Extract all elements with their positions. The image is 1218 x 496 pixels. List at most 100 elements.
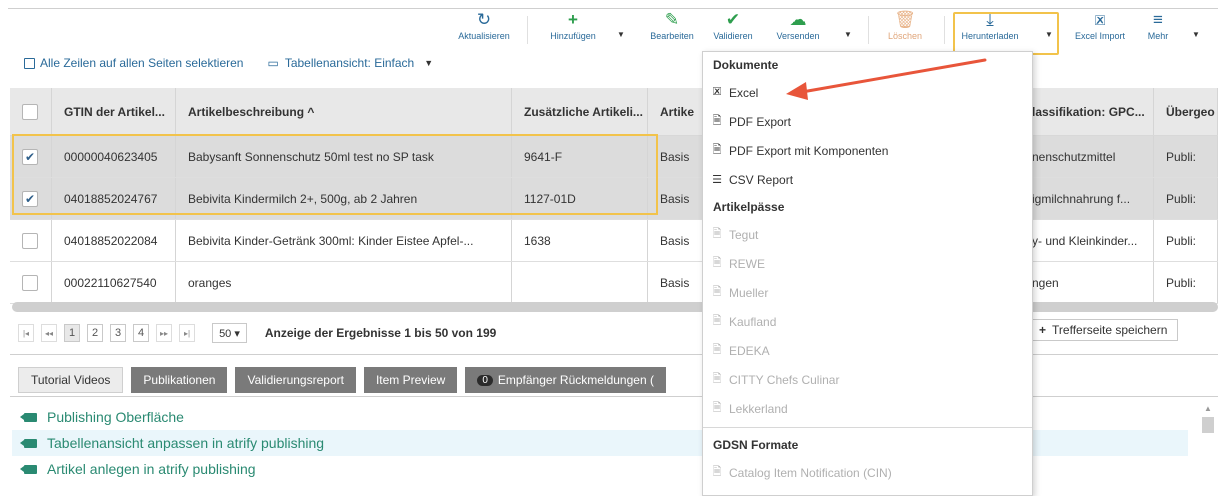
validate-label: Validieren [713,31,753,41]
excel-icon: 🗷 [1094,12,1106,28]
selected-rows-highlight-box [12,134,658,215]
add-button[interactable]: + Hinzufügen [540,10,606,50]
scroll-up-icon[interactable]: ▲ [1202,404,1214,413]
save-results-button[interactable]: + Trefferseite speichern [1028,319,1179,341]
menu-item-label: Kaufland [729,314,777,329]
gtin-cell: 04018852022084 [52,220,176,261]
video-link[interactable]: Publishing Oberfläche [47,409,184,425]
status-cell: Publi: [1154,220,1218,261]
menu-item-pdf-components[interactable]: 🗎 PDF Export mit Komponenten [703,136,1032,165]
menu-section-item-passes: Artikelpässe [713,200,785,214]
excel-import-label: Excel Import [1074,31,1125,41]
scrollbar-thumb[interactable] [1202,417,1214,433]
select-all-link[interactable]: Alle Zeilen auf allen Seiten selektieren [40,56,243,70]
menu-item-label: Lekkerland [729,401,788,416]
page-button[interactable]: 3 [110,324,127,342]
delete-button[interactable]: 🗑 Löschen [880,10,930,50]
menu-item-mueller[interactable]: 🗎 Mueller [703,278,1032,307]
pdf-file-icon: 🗎 [712,257,722,269]
refresh-icon: ↻ [476,10,492,29]
more-dropdown-icon[interactable]: ▼ [1192,30,1200,39]
video-camera-icon [20,464,37,474]
vertical-scrollbar[interactable]: ▲ [1202,404,1214,496]
table-view-select[interactable]: Tabellenansicht: Einfach [285,56,414,70]
excel-file-icon: 🗷 [712,86,722,98]
menu-divider [703,427,1032,428]
menu-item-label: Mueller [729,285,769,300]
select-all-checkbox[interactable] [24,57,35,69]
refresh-button[interactable]: ↻ Aktualisieren [450,10,518,50]
validate-button[interactable]: ✔ Validieren [704,10,762,50]
menu-item-csv-report[interactable]: ☰ CSV Report [703,165,1032,194]
add-label: Hinzufügen [550,31,596,41]
menu-item-label: EDEKA [729,343,770,358]
video-link[interactable]: Artikel anlegen in atrify publishing [47,461,256,477]
tab-validation-report[interactable]: Validierungsreport [235,367,356,393]
menu-item-edeka[interactable]: 🗎 EDEKA [703,336,1032,365]
toolbar-separator [868,16,869,44]
horizontal-scrollbar[interactable] [12,302,1218,312]
add-dropdown-icon[interactable]: ▼ [617,30,625,39]
column-header-parent[interactable]: Übergeo [1154,88,1218,135]
send-button[interactable]: ☁ Versenden [768,10,828,50]
next-page-button[interactable]: ▸▸ [156,324,173,342]
send-dropdown-icon[interactable]: ▼ [844,30,852,39]
menu-item-cin[interactable]: 🗎 Catalog Item Notification (CIN) [703,458,1032,487]
prev-page-button[interactable]: ◂◂ [41,324,58,342]
row-checkbox[interactable] [22,232,38,249]
video-camera-icon [20,412,37,422]
row-checkbox-cell[interactable] [10,262,52,303]
menu-item-label: CITTY Chefs Culinar [729,372,840,387]
table-icon: ▭ [267,56,279,70]
status-cell: Publi: [1154,262,1218,303]
menu-item-pdf-export[interactable]: 🗎 PDF Export [703,107,1032,136]
menu-item-label: Catalog Item Notification (CIN) [729,465,892,480]
menu-item-rewe[interactable]: 🗎 REWE [703,249,1032,278]
page-button[interactable]: 4 [133,324,150,342]
excel-import-button[interactable]: 🗷 Excel Import [1070,10,1130,50]
table-row[interactable]: 00022110627540 oranges Basis ngen Publi: [10,262,1218,304]
video-camera-icon [20,438,37,448]
pdf-file-icon: 🗎 [712,402,722,414]
cloud-icon: ☁ [789,10,807,29]
chevron-down-icon[interactable]: ▼ [424,58,433,68]
download-menu: Dokumente 🗷 Excel 🗎 PDF Export 🗎 PDF Exp… [702,51,1033,496]
description-cell: Bebivita Kinder-Getränk 300ml: Kinder Ei… [176,220,512,261]
column-header-gpc[interactable]: lassifikation: GPC... [1020,88,1154,135]
edit-button[interactable]: ✎ Bearbeiten [646,10,698,50]
status-cell: Publi: [1154,178,1218,219]
tab-item-preview[interactable]: Item Preview [363,367,458,393]
tab-recipient-feedback[interactable]: 0 Empfänger Rückmeldungen ( [465,367,666,393]
page-button[interactable]: 2 [87,324,104,342]
header-checkbox[interactable] [22,103,38,120]
menu-item-label: REWE [729,256,765,271]
gtin-cell: 00022110627540 [52,262,176,303]
column-header-extra-id[interactable]: Zusätzliche Artikeli... [512,88,648,135]
first-page-button[interactable]: |◂ [18,324,34,342]
results-summary: Anzeige der Ergebnisse 1 bis 50 von 199 [264,326,497,340]
menu-item-citty[interactable]: 🗎 CITTY Chefs Culinar [703,365,1032,394]
menu-item-kaufland[interactable]: 🗎 Kaufland [703,307,1032,336]
row-checkbox[interactable] [22,274,38,291]
row-checkbox-cell[interactable] [10,220,52,261]
column-header-description[interactable]: Artikelbeschreibung ^ [176,88,512,135]
tab-publications[interactable]: Publikationen [131,367,228,393]
page-button[interactable]: 1 [64,324,81,342]
per-page-select[interactable]: 50 ▾ [212,323,247,343]
video-link[interactable]: Tabellenansicht anpassen in atrify publi… [47,435,324,451]
menu-item-tegut[interactable]: 🗎 Tegut [703,220,1032,249]
toolbar-separator [527,16,528,44]
column-header-gtin[interactable]: GTIN der Artikel... [52,88,176,135]
extra-id-cell [512,262,648,303]
more-button[interactable]: ≡ Mehr [1138,10,1178,50]
header-checkbox-cell[interactable] [10,88,52,135]
refresh-label: Aktualisieren [458,31,510,41]
send-label: Versenden [776,31,820,41]
menu-item-lekkerland[interactable]: 🗎 Lekkerland [703,394,1032,423]
toolbar-separator [944,16,945,44]
pdf-file-icon: 🗎 [712,373,722,385]
table-row[interactable]: 04018852022084 Bebivita Kinder-Getränk 3… [10,220,1218,262]
tab-tutorial-videos[interactable]: Tutorial Videos [18,367,124,393]
last-page-button[interactable]: ▸| [179,324,196,342]
pdf-file-icon: 🗎 [712,144,722,156]
